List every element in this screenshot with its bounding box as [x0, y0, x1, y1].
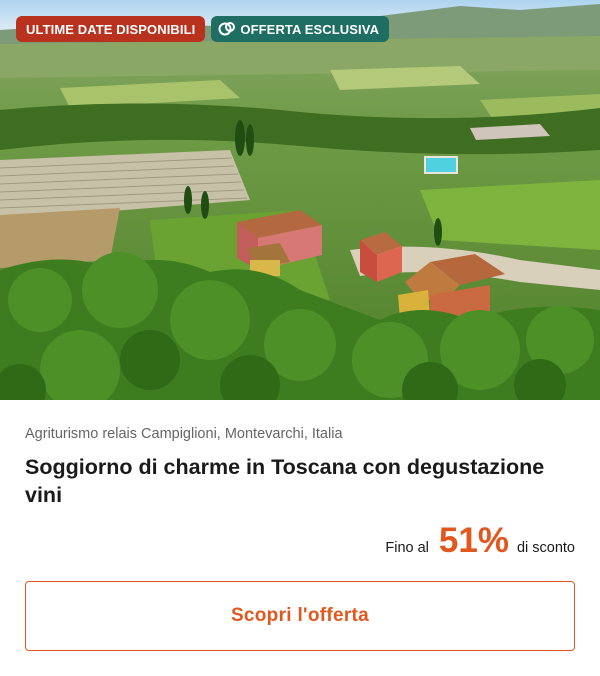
offer-title[interactable]: Soggiorno di charme in Toscana con degus…: [25, 453, 575, 509]
discount-suffix: di sconto: [516, 540, 575, 556]
hero-image[interactable]: ULTIME DATE DISPONIBILI OFFERTA ESCLUSIV…: [0, 0, 600, 400]
exclusive-offer-label: OFFERTA ESCLUSIVA: [240, 21, 380, 37]
discover-offer-button[interactable]: Scopri l'offerta: [25, 581, 575, 651]
offer-location: Agriturismo relais Campiglioni, Montevar…: [25, 426, 343, 442]
discount-value: 51%: [438, 521, 509, 560]
offer-card[interactable]: ULTIME DATE DISPONIBILI OFFERTA ESCLUSIV…: [0, 0, 600, 676]
availability-badge: ULTIME DATE DISPONIBILI: [16, 16, 206, 42]
discount-info: Fino al 51% di sconto: [385, 522, 575, 560]
exclusive-offer-badge: OFFERTA ESCLUSIVA: [211, 16, 390, 42]
brand-logo-icon: [218, 20, 236, 38]
discount-prefix: Fino al: [385, 540, 429, 556]
discover-offer-label: Scopri l'offerta: [230, 605, 370, 626]
